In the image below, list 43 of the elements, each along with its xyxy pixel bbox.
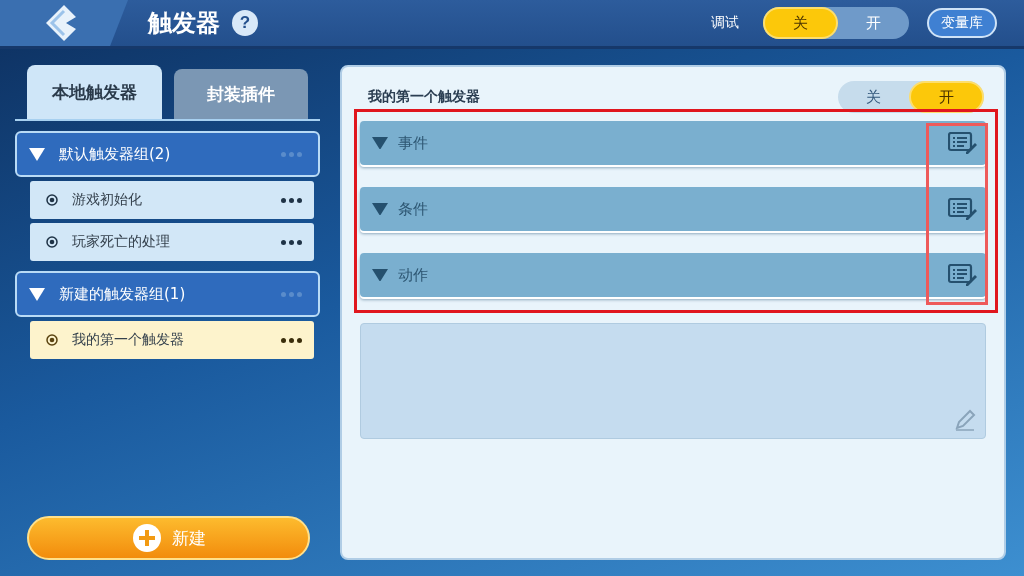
radio-icon: [46, 194, 58, 206]
edit-list-icon[interactable]: [948, 198, 978, 220]
pencil-icon: [953, 408, 977, 432]
page-title: 触发器: [148, 8, 220, 39]
section-bar[interactable]: 条件: [360, 187, 986, 231]
trigger-item[interactable]: 玩家死亡的处理: [30, 223, 314, 261]
radio-icon: [46, 334, 58, 346]
help-button[interactable]: ?: [232, 10, 258, 36]
section-label: 事件: [398, 133, 429, 153]
caret-icon: [372, 268, 388, 282]
group-row[interactable]: 新建的触发器组(1): [15, 271, 320, 317]
section-bar[interactable]: 事件: [360, 121, 986, 165]
toggle-option[interactable]: 开: [838, 7, 909, 39]
trigger-name: 游戏初始化: [72, 191, 143, 209]
trigger-title: 我的第一个触发器: [368, 88, 480, 106]
caret-icon: [29, 147, 45, 161]
variables-button[interactable]: 变量库: [927, 8, 997, 38]
tab[interactable]: 本地触发器: [27, 65, 162, 119]
more-button[interactable]: [281, 239, 302, 245]
section-label: 条件: [398, 199, 429, 219]
trigger-item[interactable]: 我的第一个触发器: [30, 321, 314, 359]
group-name: 默认触发器组(2): [59, 144, 172, 164]
edit-list-icon[interactable]: [948, 132, 978, 154]
debug-label: 调试: [711, 14, 739, 32]
toggle-option[interactable]: 关: [838, 81, 909, 113]
trigger-item[interactable]: 游戏初始化: [30, 181, 314, 219]
group-row[interactable]: 默认触发器组(2): [15, 131, 320, 177]
trigger-name: 玩家死亡的处理: [72, 233, 171, 251]
toggle-option[interactable]: 关: [763, 7, 838, 39]
trigger-name: 我的第一个触发器: [72, 331, 185, 349]
plus-icon: [131, 523, 162, 553]
caret-icon: [29, 287, 45, 301]
section-bar[interactable]: 动作: [360, 253, 986, 297]
caret-icon: [372, 202, 388, 216]
radio-icon: [46, 236, 58, 248]
more-button[interactable]: [281, 197, 302, 203]
back-button[interactable]: [0, 0, 128, 46]
edit-list-icon[interactable]: [948, 264, 978, 286]
group-name: 新建的触发器组(1): [59, 284, 187, 304]
caret-icon: [372, 136, 388, 150]
tab[interactable]: 封装插件: [173, 69, 308, 119]
more-button[interactable]: [281, 337, 302, 343]
section-label: 动作: [398, 265, 429, 285]
